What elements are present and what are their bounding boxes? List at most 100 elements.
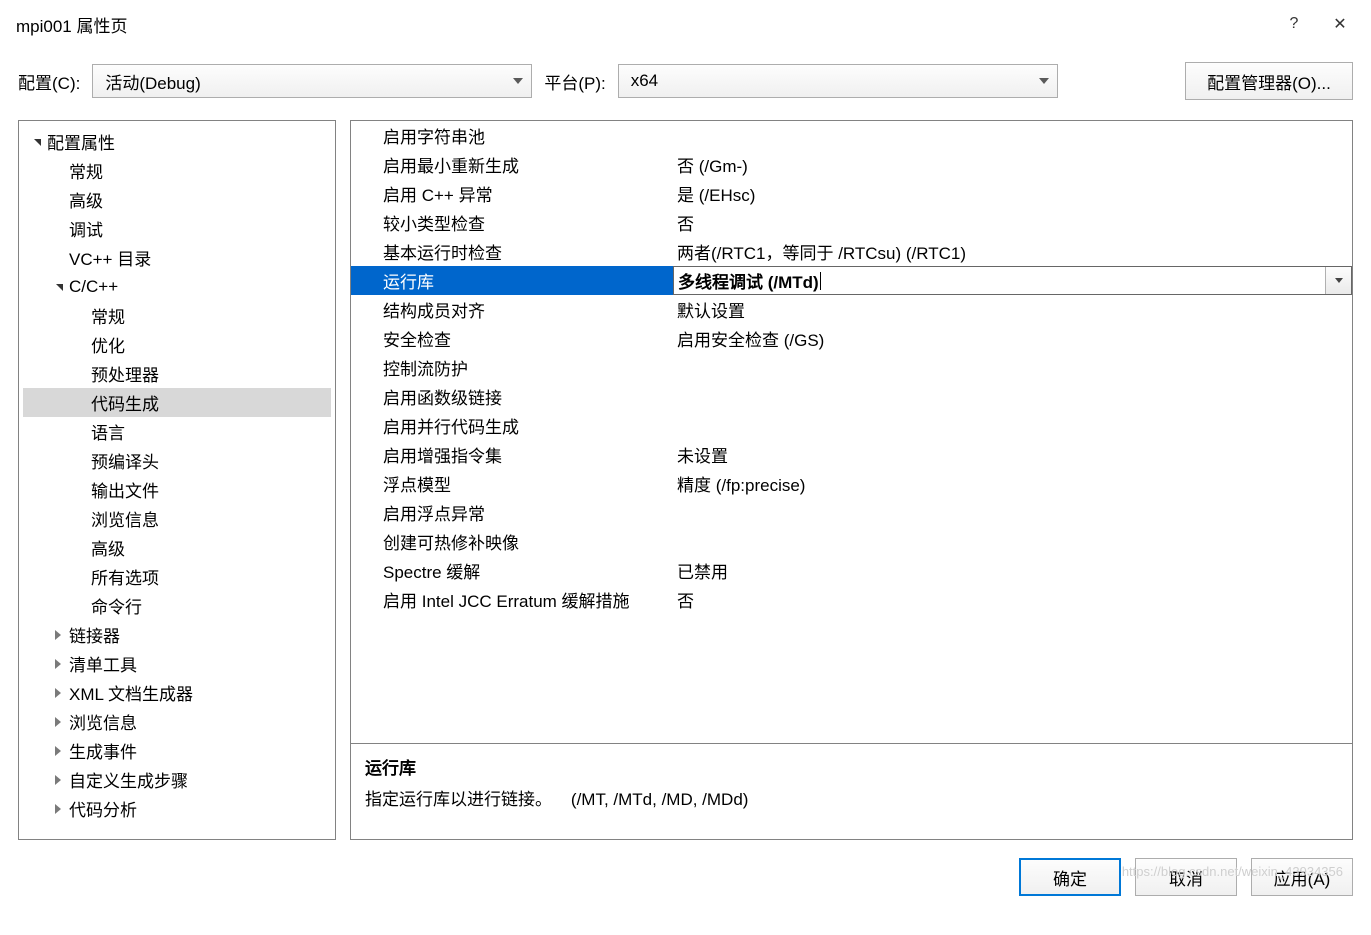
property-value[interactable]: 否 [673, 210, 1352, 235]
tree-item[interactable]: 预编译头 [23, 446, 331, 475]
tree-item[interactable]: VC++ 目录 [23, 243, 331, 272]
property-row[interactable]: 结构成员对齐默认设置 [351, 295, 1352, 324]
expander-spacer [51, 193, 65, 207]
tree-item-label: 命令行 [91, 593, 142, 618]
tree-item-label: XML 文档生成器 [69, 680, 193, 705]
tree-item[interactable]: 常规 [23, 156, 331, 185]
expander-icon[interactable] [51, 280, 65, 294]
property-row[interactable]: 启用增强指令集未设置 [351, 440, 1352, 469]
property-value[interactable]: 精度 (/fp:precise) [673, 471, 1352, 496]
tree-item-label: 高级 [91, 535, 125, 560]
property-value[interactable]: 否 [673, 587, 1352, 612]
tree-item[interactable]: 自定义生成步骤 [23, 765, 331, 794]
property-row[interactable]: 启用浮点异常 [351, 498, 1352, 527]
ok-button[interactable]: 确定 [1019, 858, 1121, 896]
platform-value: x64 [631, 71, 658, 91]
tree-item-label: 预处理器 [91, 361, 159, 386]
property-grid[interactable]: 启用字符串池启用最小重新生成否 (/Gm-)启用 C++ 异常是 (/EHsc)… [350, 120, 1353, 744]
expander-icon[interactable] [51, 686, 65, 700]
property-row[interactable]: 启用并行代码生成 [351, 411, 1352, 440]
tree-item-label: 浏览信息 [69, 709, 137, 734]
expander-spacer [73, 425, 87, 439]
tree-item[interactable]: C/C++ [23, 272, 331, 301]
property-row[interactable]: 创建可热修补映像 [351, 527, 1352, 556]
property-value[interactable]: 多线程调试 (/MTd) [673, 266, 1352, 295]
property-label: 控制流防护 [351, 355, 673, 380]
tree-item[interactable]: 常规 [23, 301, 331, 330]
tree-item[interactable]: 代码生成 [23, 388, 331, 417]
property-label: 启用 Intel JCC Erratum 缓解措施 [351, 587, 673, 612]
property-row[interactable]: 启用最小重新生成否 (/Gm-) [351, 150, 1352, 179]
close-button[interactable]: ✕ [1317, 8, 1363, 40]
tree-item[interactable]: 调试 [23, 214, 331, 243]
tree-item[interactable]: 浏览信息 [23, 504, 331, 533]
expander-icon[interactable] [29, 135, 43, 149]
tree-item[interactable]: 语言 [23, 417, 331, 446]
expander-icon[interactable] [51, 715, 65, 729]
tree-item[interactable]: 清单工具 [23, 649, 331, 678]
cancel-button[interactable]: 取消 [1135, 858, 1237, 896]
property-row[interactable]: 运行库多线程调试 (/MTd) [351, 266, 1352, 295]
property-row[interactable]: 较小类型检查否 [351, 208, 1352, 237]
tree-item[interactable]: 所有选项 [23, 562, 331, 591]
property-value[interactable]: 两者(/RTC1，等同于 /RTCsu) (/RTC1) [673, 239, 1352, 264]
property-label: 启用函数级链接 [351, 384, 673, 409]
property-value[interactable]: 否 (/Gm-) [673, 152, 1352, 177]
tree-item[interactable]: 代码分析 [23, 794, 331, 823]
property-value[interactable]: 启用安全检查 (/GS) [673, 326, 1352, 351]
property-row[interactable]: 控制流防护 [351, 353, 1352, 382]
tree-item[interactable]: 生成事件 [23, 736, 331, 765]
tree-item[interactable]: 链接器 [23, 620, 331, 649]
tree-item-label: 生成事件 [69, 738, 137, 763]
property-row[interactable]: 启用 Intel JCC Erratum 缓解措施否 [351, 585, 1352, 614]
tree-item[interactable]: 浏览信息 [23, 707, 331, 736]
property-value[interactable]: 已禁用 [673, 558, 1352, 583]
property-row[interactable]: 启用函数级链接 [351, 382, 1352, 411]
property-row[interactable]: 浮点模型精度 (/fp:precise) [351, 469, 1352, 498]
apply-button[interactable]: 应用(A) [1251, 858, 1353, 896]
property-row[interactable]: Spectre 缓解已禁用 [351, 556, 1352, 585]
expander-icon[interactable] [51, 744, 65, 758]
expander-spacer [73, 599, 87, 613]
property-label: 运行库 [351, 268, 673, 293]
tree-item-label: 自定义生成步骤 [69, 767, 188, 792]
property-value[interactable]: 默认设置 [673, 297, 1352, 322]
tree-item[interactable]: 命令行 [23, 591, 331, 620]
tree-item[interactable]: 优化 [23, 330, 331, 359]
description-panel: 运行库 指定运行库以进行链接。 (/MT, /MTd, /MD, /MDd) [350, 744, 1353, 840]
expander-spacer [73, 570, 87, 584]
chevron-down-icon [1039, 78, 1049, 84]
expander-spacer [73, 309, 87, 323]
property-row[interactable]: 启用 C++ 异常是 (/EHsc) [351, 179, 1352, 208]
tree-item[interactable]: 输出文件 [23, 475, 331, 504]
property-row[interactable]: 安全检查启用安全检查 (/GS) [351, 324, 1352, 353]
platform-combo[interactable]: x64 [618, 64, 1058, 98]
tree-item-label: 配置属性 [47, 129, 115, 154]
titlebar: mpi001 属性页 ? ✕ [0, 0, 1371, 48]
tree-item[interactable]: 配置属性 [23, 127, 331, 156]
property-row[interactable]: 基本运行时检查两者(/RTC1，等同于 /RTCsu) (/RTC1) [351, 237, 1352, 266]
tree-item[interactable]: 预处理器 [23, 359, 331, 388]
tree-item-label: 清单工具 [69, 651, 137, 676]
tree-item-label: 语言 [91, 419, 125, 444]
property-label: 创建可热修补映像 [351, 529, 673, 554]
property-value[interactable]: 是 (/EHsc) [673, 181, 1352, 206]
property-value[interactable]: 未设置 [673, 442, 1352, 467]
tree-item[interactable]: 高级 [23, 185, 331, 214]
tree-panel[interactable]: 配置属性常规高级调试VC++ 目录C/C++常规优化预处理器代码生成语言预编译头… [18, 120, 336, 840]
property-label: 结构成员对齐 [351, 297, 673, 322]
config-combo[interactable]: 活动(Debug) [92, 64, 532, 98]
tree-item[interactable]: XML 文档生成器 [23, 678, 331, 707]
footer: 确定 取消 应用(A) [0, 840, 1371, 896]
expander-icon[interactable] [51, 802, 65, 816]
property-row[interactable]: 启用字符串池 [351, 121, 1352, 150]
expander-spacer [73, 483, 87, 497]
expander-icon[interactable] [51, 773, 65, 787]
expander-icon[interactable] [51, 628, 65, 642]
config-manager-button[interactable]: 配置管理器(O)... [1185, 62, 1353, 100]
expander-icon[interactable] [51, 657, 65, 671]
tree-item[interactable]: 高级 [23, 533, 331, 562]
expander-spacer [73, 541, 87, 555]
chevron-down-icon[interactable] [1325, 267, 1351, 294]
help-button[interactable]: ? [1271, 8, 1317, 40]
